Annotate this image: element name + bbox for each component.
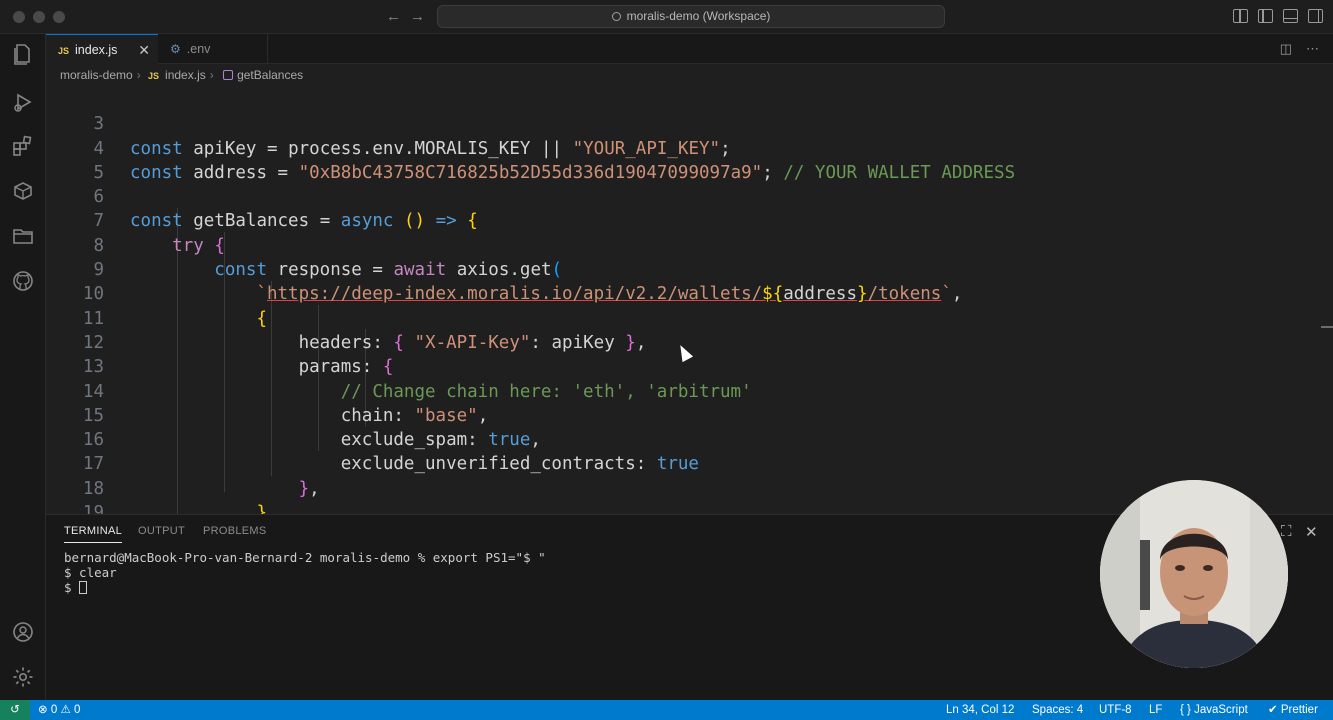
error-count: 0: [50, 704, 58, 716]
breadcrumb-symbol[interactable]: getBalances: [237, 68, 303, 82]
containers-icon[interactable]: [11, 179, 35, 203]
github-icon[interactable]: [11, 269, 35, 293]
tab-problems[interactable]: PROBLEMS: [203, 525, 267, 537]
code-line: 6 const getBalances = async () => {: [46, 161, 1333, 231]
editor-tabs: JS index.js ✕ ⚙ .env ◫ ⋯: [46, 34, 1333, 64]
code-line: 18 }: [46, 453, 1333, 514]
minimize-window-button[interactable]: [33, 11, 45, 23]
prettier-status[interactable]: ✔ Prettier: [1268, 700, 1318, 720]
webcam-overlay: [1100, 480, 1288, 668]
tab-label: index.js: [75, 43, 118, 57]
terminal-prompt[interactable]: $: [64, 580, 88, 595]
tab-terminal[interactable]: TERMINAL: [64, 525, 123, 543]
language-mode[interactable]: { } JavaScript: [1180, 700, 1248, 720]
close-panel-icon[interactable]: ✕: [1305, 523, 1318, 541]
command-center-search[interactable]: moralis-demo (Workspace): [437, 5, 945, 28]
code-line: 7 try {: [46, 185, 1333, 255]
code-line: 3 const apiKey = process.env.MORALIS_KEY…: [46, 88, 1333, 158]
title-bar: ← → moralis-demo (Workspace): [0, 0, 1333, 34]
cursor-position[interactable]: Ln 34, Col 12: [946, 700, 1014, 720]
code-line: 8 const response = await axios.get(: [46, 210, 1333, 280]
accounts-icon[interactable]: [11, 620, 35, 644]
tab-index-js[interactable]: JS index.js ✕: [46, 34, 158, 64]
split-editor-icon[interactable]: ◫: [1280, 41, 1292, 57]
tab-label: .env: [186, 42, 211, 56]
toggle-panel-icon[interactable]: [1283, 9, 1298, 23]
double-check-icon: ✔: [1268, 704, 1278, 716]
close-icon[interactable]: ✕: [138, 35, 150, 65]
activity-bar: [0, 34, 46, 700]
terminal-cursor: [79, 581, 88, 594]
maximize-panel-icon[interactable]: ⛶: [1281, 523, 1292, 540]
javascript-file-icon: JS: [148, 71, 160, 81]
extensions-icon[interactable]: [11, 134, 35, 158]
code-line: 11 headers: { "X-API-Key": apiKey },: [46, 282, 1333, 353]
back-arrow-icon[interactable]: ←: [386, 8, 401, 25]
braces-icon: { }: [1180, 704, 1191, 716]
explorer-icon[interactable]: [11, 42, 35, 66]
editor-actions: ◫ ⋯: [1280, 41, 1319, 57]
search-icon: [611, 12, 621, 21]
scrollbar-marker[interactable]: [1321, 326, 1333, 328]
run-debug-icon[interactable]: [11, 90, 35, 114]
tab-env[interactable]: ⚙ .env: [158, 34, 268, 64]
code-line: 12 params: {: [46, 307, 1333, 377]
terminal-line: $ clear: [64, 565, 117, 580]
terminal-line: $: [64, 580, 80, 595]
presenter-video: [1100, 480, 1288, 668]
tab-output[interactable]: OUTPUT: [138, 525, 185, 537]
customize-layout-icon[interactable]: [1233, 9, 1248, 23]
prettier-label: Prettier: [1280, 704, 1318, 716]
code-line: 4 const address = "0xB8bC43758C716825b52…: [46, 112, 1333, 183]
forward-arrow-icon[interactable]: →: [410, 8, 425, 25]
language-label: JavaScript: [1194, 704, 1248, 716]
problems-indicator[interactable]: ⊗ 0 ⚠ 0: [38, 700, 80, 720]
remote-indicator-icon[interactable]: ↺: [0, 700, 30, 720]
settings-file-icon: ⚙: [170, 42, 181, 56]
code-line: 5: [46, 137, 1333, 183]
breadcrumb: moralis-demo › JS index.js › getBalances: [46, 64, 1333, 86]
code-editor[interactable]: 3 const apiKey = process.env.MORALIS_KEY…: [46, 86, 1333, 514]
code-line: 9 `https://deep-index.moralis.io/api/v2.…: [46, 234, 1333, 304]
symbol-method-icon: [223, 70, 234, 80]
indentation-setting[interactable]: Spaces: 4: [1032, 700, 1083, 720]
maximize-window-button[interactable]: [53, 11, 65, 23]
terminal-line: bernard@MacBook-Pro-van-Bernard-2 morali…: [64, 550, 546, 565]
close-window-button[interactable]: [13, 11, 25, 23]
manage-gear-icon[interactable]: [11, 665, 35, 689]
code-line: 17 },: [46, 428, 1333, 498]
chevron-right-icon: ›: [136, 68, 141, 82]
code-line: 16 exclude_unverified_contracts: true: [46, 404, 1333, 474]
code-line: 15 exclude_spam: true,: [46, 380, 1333, 450]
encoding-setting[interactable]: UTF-8: [1099, 700, 1132, 720]
layout-controls: [1233, 9, 1323, 23]
breadcrumb-folder[interactable]: moralis-demo: [60, 68, 133, 82]
code-line: 14 chain: "base",: [46, 355, 1333, 426]
eol-setting[interactable]: LF: [1149, 700, 1162, 720]
command-center-label: moralis-demo (Workspace): [626, 9, 771, 23]
breadcrumb-file[interactable]: index.js: [165, 68, 206, 82]
javascript-file-icon: JS: [58, 46, 70, 56]
code-line: 10 {: [46, 258, 1333, 328]
toggle-primary-sidebar-icon[interactable]: [1258, 9, 1273, 23]
chevron-right-icon: ›: [209, 68, 214, 82]
warning-count: 0: [73, 704, 81, 716]
folder-icon[interactable]: [11, 224, 35, 248]
more-actions-icon[interactable]: ⋯: [1306, 41, 1319, 57]
status-bar: ↺ ⊗ 0 ⚠ 0 Ln 34, Col 12 Spaces: 4 UTF-8 …: [0, 700, 1333, 720]
toggle-secondary-sidebar-icon[interactable]: [1308, 9, 1323, 23]
